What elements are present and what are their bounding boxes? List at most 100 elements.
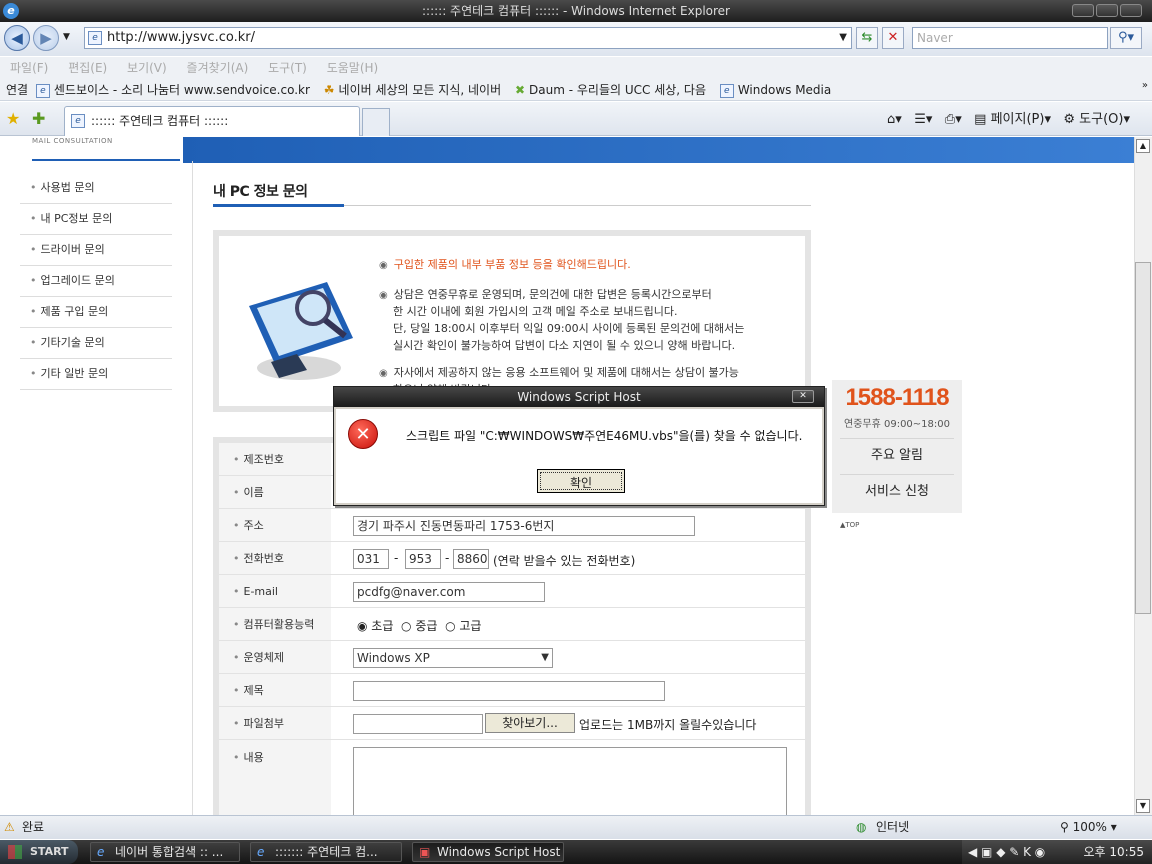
new-tab-button[interactable] — [362, 108, 390, 136]
radio-advanced[interactable]: ○ 고급 — [445, 619, 481, 633]
tab-jysvc[interactable]: e :::::: 주연테크 컴퓨터 :::::: — [64, 106, 360, 136]
monitor-magnifier-icon — [249, 282, 353, 380]
forward-button[interactable]: ▶ — [33, 25, 59, 51]
link-sendvoice[interactable]: e 센드보이스 - 소리 나눔터 www.sendvoice.co.kr — [35, 83, 310, 98]
menu-bar: 파일(F) 편집(E) 보기(V) 즐겨찾기(A) 도구(T) 도움말(H) — [0, 57, 1152, 79]
sidebar-item-general[interactable]: • 기타 일반 문의 — [20, 359, 172, 390]
task-script-host[interactable]: ▣ Windows Script Host — [412, 842, 564, 862]
phone-note: (연락 받을수 있는 전화번호) — [493, 554, 636, 568]
task-jysvc[interactable]: e::::::: 주연테크 컴... — [250, 842, 402, 862]
taskbar: START e 네이버 통합검색 :: ... e::::::: 주연테크 컴..… — [0, 840, 1152, 864]
start-button[interactable]: START — [0, 840, 78, 864]
notice-button[interactable]: 주요 알림 — [840, 438, 954, 472]
maximize-button[interactable] — [1096, 4, 1118, 17]
form-row-content: • 내용 — [219, 740, 805, 815]
menu-edit[interactable]: 편집(E) — [68, 61, 107, 75]
phone-field-1[interactable]: 031 — [353, 549, 389, 569]
sidebar-item-my-pc[interactable]: • 내 PC정보 문의 — [20, 204, 172, 235]
command-bar: ⌂▾ ☰▾ ⎙▾ ▤ 페이지(P)▾ ⚙ 도구(O)▾ — [887, 110, 1130, 130]
history-dropdown-icon[interactable]: ▼ — [63, 32, 70, 42]
content-textarea[interactable] — [353, 747, 787, 815]
top-link[interactable]: ▲TOP — [840, 521, 859, 529]
scrollbar-thumb[interactable] — [1135, 262, 1151, 614]
search-input[interactable]: Naver — [912, 27, 1108, 49]
info-line-2b: 한 시간 이내에 회원 가입시의 고객 메일 주소로 보내드립니다. — [393, 305, 678, 318]
phone-dash: - — [394, 551, 399, 565]
sidebar-item-upgrade[interactable]: • 업그레이드 문의 — [20, 266, 172, 297]
phone-number: 1588-1118 — [845, 384, 949, 411]
form-row-os: • 운영체제 Windows XP ▼ — [219, 641, 805, 674]
page-icon: e — [35, 83, 50, 98]
sidebar-item-tech[interactable]: • 기타기술 문의 — [20, 328, 172, 359]
tab-title: :::::: 주연테크 컴퓨터 :::::: — [91, 114, 229, 128]
menu-view[interactable]: 보기(V) — [127, 61, 167, 75]
feeds-icon[interactable]: ☰▾ — [914, 112, 932, 127]
home-icon[interactable]: ⌂▾ — [887, 112, 902, 127]
dialog-close-button[interactable]: ✕ — [792, 390, 814, 403]
menu-file[interactable]: 파일(F) — [10, 61, 48, 75]
os-select[interactable]: Windows XP ▼ — [353, 648, 553, 668]
add-favorites-icon[interactable]: ✚ — [32, 109, 45, 128]
script-error-dialog: Windows Script Host ✕ ✕ 스크립트 파일 "C:₩WIND… — [333, 386, 825, 506]
info-box: ◉ 구입한 제품의 내부 부품 정보 등을 확인해드립니다. ◉ 상담은 연중무휴로… — [213, 230, 811, 412]
form-row-subject: • 제목 — [219, 674, 805, 707]
links-label: 연결 — [6, 83, 29, 97]
chevron-down-icon[interactable]: ▼ — [839, 28, 847, 48]
skill-radio-group: ◉ 초급 ○ 중급 ○ 고급 — [357, 617, 481, 634]
menu-help[interactable]: 도움말(H) — [327, 61, 379, 75]
page-menu[interactable]: ▤ 페이지(P)▾ — [974, 112, 1051, 127]
form-label: • 운영체제 — [219, 641, 331, 673]
search-button[interactable]: ⚲▾ — [1110, 27, 1142, 49]
links-overflow-icon[interactable]: » — [1142, 75, 1148, 97]
divider — [192, 161, 193, 815]
scroll-down-icon[interactable]: ▼ — [1136, 799, 1150, 813]
info-line-3: ◉ 자사에서 제공하지 않는 응용 소프트웨어 및 제품에 대해서는 상담이 불가… — [379, 366, 739, 379]
address-field[interactable]: 경기 파주시 진동면동파리 1753-6번지 — [353, 516, 695, 536]
sidebar-menu: • 사용법 문의 • 내 PC정보 문의 • 드라이버 문의 • 업그레이드 문의 • 제… — [20, 173, 172, 390]
menu-tools[interactable]: 도구(T) — [268, 61, 307, 75]
favorites-star-icon[interactable]: ★ — [6, 109, 20, 128]
title-underline — [213, 204, 344, 207]
address-toolbar: ◀ ▶ ▼ e http://www.jysvc.co.kr/ ▼ ⇆ ✕ Na… — [0, 22, 1152, 56]
browse-button[interactable]: 찾아보기... — [485, 713, 575, 733]
file-path-field[interactable] — [353, 714, 483, 734]
sidebar-item-usage[interactable]: • 사용법 문의 — [20, 173, 172, 204]
tray-icons[interactable]: ◀ ▣ ◆ ✎ K ◉ — [968, 845, 1045, 859]
stop-button[interactable]: ✕ — [882, 27, 904, 49]
sidebar-item-purchase[interactable]: • 제품 구입 문의 — [20, 297, 172, 328]
minimize-button[interactable] — [1072, 4, 1094, 17]
sidebar-item-driver[interactable]: • 드라이버 문의 — [20, 235, 172, 266]
link-daum[interactable]: ✖ Daum - 우리들의 UCC 세상, 다음 — [515, 83, 706, 97]
form-label: • E-mail — [219, 575, 331, 607]
form-row-phone: • 전화번호 031 - 953 - 8860 (연락 받을수 있는 전화번호) — [219, 542, 805, 575]
tab-bar: ★ ✚ e :::::: 주연테크 컴퓨터 :::::: ⌂▾ ☰▾ ⎙▾ ▤ … — [0, 102, 1152, 136]
email-field[interactable]: pcdfg@naver.com — [353, 582, 545, 602]
service-hours: 연중무휴 09:00~18:00 — [844, 419, 950, 430]
link-windows-media[interactable]: e Windows Media — [719, 83, 831, 98]
radio-intermediate[interactable]: ○ 중급 — [401, 619, 437, 633]
back-button[interactable]: ◀ — [4, 25, 30, 51]
phone-dash: - — [445, 551, 450, 565]
link-naver[interactable]: ☘ 네이버 세상의 모든 지식, 네이버 — [324, 83, 501, 97]
scroll-up-icon[interactable]: ▲ — [1136, 139, 1150, 153]
tools-menu[interactable]: ⚙ 도구(O)▾ — [1063, 112, 1130, 127]
zoom-control[interactable]: ⚲ 100% ▾ — [1060, 816, 1117, 838]
address-bar[interactable]: e http://www.jysvc.co.kr/ ▼ — [84, 27, 852, 49]
form-label: • 주소 — [219, 509, 331, 541]
ok-button[interactable]: 확인 — [537, 469, 625, 493]
print-icon[interactable]: ⎙▾ — [945, 112, 962, 127]
menu-favorites[interactable]: 즐겨찾기(A) — [187, 61, 249, 75]
file-note: 업로드는 1MB까지 올릴수있습니다 — [579, 718, 757, 732]
close-window-button[interactable] — [1120, 4, 1142, 17]
refresh-button[interactable]: ⇆ — [856, 27, 878, 49]
service-request-button[interactable]: 서비스 신청 — [840, 474, 954, 508]
radio-beginner[interactable]: ◉ 초급 — [357, 619, 393, 633]
form-label: • 제조번호 — [219, 443, 331, 475]
window-title: :::::: 주연테크 컴퓨터 :::::: - Windows Interne… — [421, 4, 730, 18]
subject-field[interactable] — [353, 681, 665, 701]
task-naver-search[interactable]: e 네이버 통합검색 :: ... — [90, 842, 240, 862]
info-line-1: ◉ 구입한 제품의 내부 부품 정보 등을 확인해드립니다. — [379, 258, 631, 271]
phone-field-3[interactable]: 8860 — [453, 549, 489, 569]
form-label: • 전화번호 — [219, 542, 331, 574]
phone-field-2[interactable]: 953 — [405, 549, 441, 569]
